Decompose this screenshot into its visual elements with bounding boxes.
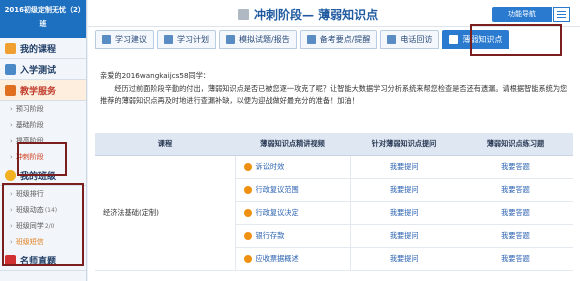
topic-video-link[interactable]: 应收票据概述	[234, 247, 351, 271]
book-icon	[5, 42, 16, 54]
tab-label: 备考要点/提醒	[319, 35, 371, 44]
column-header: 薄弱知识点精讲视频	[235, 133, 350, 156]
tab-label: 电话回访	[400, 35, 433, 44]
topic-video-link[interactable]: 诉讼时效	[234, 155, 351, 179]
play-icon	[243, 208, 252, 217]
ask-link[interactable]: 我要提问	[350, 247, 458, 271]
graduation-icon	[5, 84, 16, 96]
table-row: 经济法基础(定制) 诉讼时效 我要提问 我要答题	[95, 155, 573, 271]
practice-link[interactable]: 我要答题	[458, 224, 573, 248]
tab-label: 学习计划	[177, 35, 209, 44]
tab-icon	[164, 35, 173, 44]
function-nav-button[interactable]: 功能导航	[492, 7, 552, 22]
ask-link[interactable]: 我要提问	[350, 224, 458, 248]
column-header: 课程	[95, 133, 235, 156]
document-icon	[238, 9, 249, 20]
sidebar-section-teaching-service[interactable]: 教学服务	[0, 80, 86, 101]
top-bar: 冲刺阶段— 薄弱知识点 功能导航	[88, 0, 580, 27]
tab-study-plan[interactable]: 学习计划	[157, 30, 216, 49]
practice-link[interactable]: 我要答题	[458, 201, 573, 225]
play-icon	[243, 231, 252, 240]
tab-icon	[306, 35, 316, 44]
tab-phone-visit[interactable]: 电话回访	[380, 30, 440, 49]
table-header-row: 课程 薄弱知识点精讲视频 针对薄弱知识点提问 薄弱知识点练习题	[95, 133, 573, 156]
sidebar-class-header: 2016初级定制无忧（2）班	[0, 0, 86, 38]
practice-link[interactable]: 我要答题	[458, 178, 573, 202]
topic-label: 银行存款	[255, 230, 285, 240]
pen-icon	[5, 63, 16, 75]
tab-mock-exam[interactable]: 模拟试题/报告	[219, 30, 297, 49]
sidebar-section-label: 我的课程	[20, 44, 57, 55]
main-panel: 冲刺阶段— 薄弱知识点 功能导航 学习建议 学习计划 模拟试题/报告 备考要点/…	[88, 0, 580, 281]
ask-link[interactable]: 我要提问	[350, 201, 458, 225]
topic-video-link[interactable]: 银行存款	[234, 224, 351, 248]
course-cell: 经济法基础(定制)	[95, 155, 235, 271]
sidebar-item-preview[interactable]: 预习阶段	[0, 101, 86, 117]
topic-label: 行政复议决定	[255, 207, 299, 217]
play-icon	[243, 254, 252, 263]
topic-video-link[interactable]: 行政复议决定	[234, 201, 351, 225]
star-icon	[5, 169, 16, 181]
play-icon	[243, 185, 252, 194]
tab-icon	[387, 35, 397, 44]
topic-label: 诉讼时效	[255, 161, 285, 171]
hamburger-icon[interactable]	[553, 7, 570, 22]
tab-icon	[226, 35, 235, 44]
tab-bar: 学习建议 学习计划 模拟试题/报告 备考要点/提醒 电话回访 薄弱知识点	[95, 30, 510, 50]
sidebar-section-entrance-test[interactable]: 入学测试	[0, 59, 86, 80]
column-header: 薄弱知识点练习题	[458, 133, 573, 156]
play-icon	[243, 162, 252, 171]
tab-label: 学习建议	[115, 35, 147, 44]
tab-icon	[449, 35, 459, 44]
topic-label: 应收票据概述	[255, 253, 299, 263]
sidebar-section-label: 入学测试	[20, 65, 57, 76]
highlight-box	[470, 24, 562, 56]
sidebar: 2016初级定制无忧（2）班 我的课程 入学测试 教学服务 预习阶段 基础阶段 …	[0, 0, 87, 281]
sidebar-section-label: 教学服务	[20, 86, 57, 97]
sidebar-item-basic[interactable]: 基础阶段	[0, 117, 86, 133]
highlight-box	[17, 142, 67, 176]
topic-video-link[interactable]: 行政复议范围	[234, 178, 351, 202]
ask-link[interactable]: 我要提问	[350, 178, 458, 202]
tab-study-advice[interactable]: 学习建议	[95, 30, 154, 49]
sidebar-section-my-courses[interactable]: 我的课程	[0, 38, 86, 59]
page-title-text: 冲刺阶段— 薄弱知识点	[254, 8, 379, 22]
column-header: 针对薄弱知识点提问	[350, 133, 458, 156]
tab-exam-points[interactable]: 备考要点/提醒	[299, 30, 378, 49]
practice-link[interactable]: 我要答题	[458, 155, 573, 179]
ask-link[interactable]: 我要提问	[350, 155, 458, 179]
intro-greeting: 亲爱的2016wangkaijcs58同学：	[100, 71, 211, 80]
intro-body: 经历过前面阶段辛勤的付出，薄弱知识点是否已被您逐一攻克了呢？让智能大数据学习分析…	[100, 83, 568, 106]
practice-link[interactable]: 我要答题	[458, 247, 573, 271]
tab-label: 模拟试题/报告	[239, 35, 290, 44]
tab-icon	[102, 35, 111, 44]
intro-text: 亲爱的2016wangkaijcs58同学： 经历过前面阶段辛勤的付出，薄弱知识…	[100, 70, 570, 108]
highlight-box	[2, 183, 84, 266]
page-title: 冲刺阶段— 薄弱知识点	[238, 6, 378, 23]
topic-label: 行政复议范围	[255, 184, 299, 194]
weak-points-table: 课程 薄弱知识点精讲视频 针对薄弱知识点提问 薄弱知识点练习题 经济法基础(定制…	[95, 133, 573, 271]
